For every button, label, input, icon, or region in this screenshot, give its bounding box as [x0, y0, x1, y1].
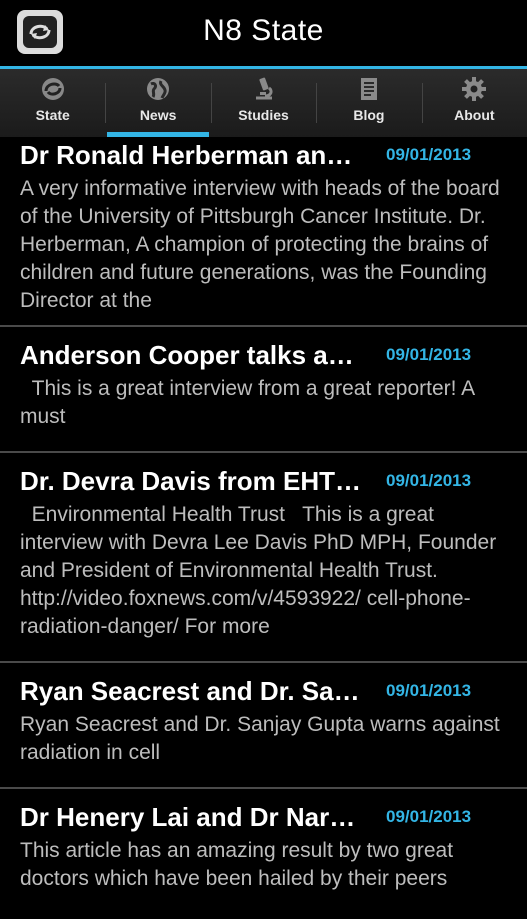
news-date: 09/01/2013 [386, 145, 472, 164]
news-date: 09/01/2013 [386, 807, 472, 826]
app-title: N8 State [203, 14, 324, 47]
list-item[interactable]: Ryan Seacrest and Dr. Sa… 09/01/2013 Rya… [0, 663, 527, 787]
news-description: This is a great interview from a great r… [20, 377, 480, 428]
news-description: Ryan Seacrest and Dr. Sanjay Gupta warns… [20, 713, 506, 764]
tab-state[interactable]: State [0, 69, 105, 137]
tab-label: Blog [353, 107, 385, 123]
tab-label: Studies [238, 107, 289, 123]
news-date: 09/01/2013 [386, 345, 472, 364]
news-description: This article has an amazing result by tw… [20, 839, 459, 890]
list-item[interactable]: Anderson Cooper talks a… 09/01/2013 This… [0, 327, 527, 451]
tab-news[interactable]: News [105, 69, 210, 137]
news-title: Dr Henery Lai and Dr Nar… [20, 802, 356, 832]
globe-icon [144, 75, 172, 103]
tab-about[interactable]: About [421, 69, 527, 137]
news-description: Environmental Health Trust This is a gre… [20, 503, 503, 638]
gear-icon [460, 75, 488, 103]
news-list: Dr Ronald Herberman an… 09/01/2013 A ver… [0, 137, 527, 919]
tab-blog[interactable]: Blog [316, 69, 421, 137]
tab-label: State [35, 107, 70, 123]
news-date: 09/01/2013 [386, 471, 472, 490]
tab-studies[interactable]: Studies [210, 69, 316, 137]
news-description: A very informative interview with heads … [20, 177, 506, 312]
news-date: 09/01/2013 [386, 681, 472, 700]
news-title: Dr. Devra Davis from EHT… [20, 466, 362, 496]
news-title: Anderson Cooper talks a… [20, 340, 354, 370]
document-icon [355, 75, 383, 103]
state-icon [39, 75, 67, 103]
tab-label: About [454, 107, 495, 123]
list-item[interactable]: Dr. Devra Davis from EHT… 09/01/2013 Env… [0, 453, 527, 661]
action-bar: N8 State [0, 0, 527, 66]
tab-bar: State News Studies Blog About [0, 69, 527, 137]
news-title: Dr Ronald Herberman an… [20, 140, 353, 170]
tab-label: News [139, 107, 177, 123]
list-item[interactable]: Dr Ronald Herberman an… 09/01/2013 A ver… [0, 137, 527, 325]
microscope-icon [250, 75, 278, 103]
news-title: Ryan Seacrest and Dr. Sa… [20, 676, 360, 706]
